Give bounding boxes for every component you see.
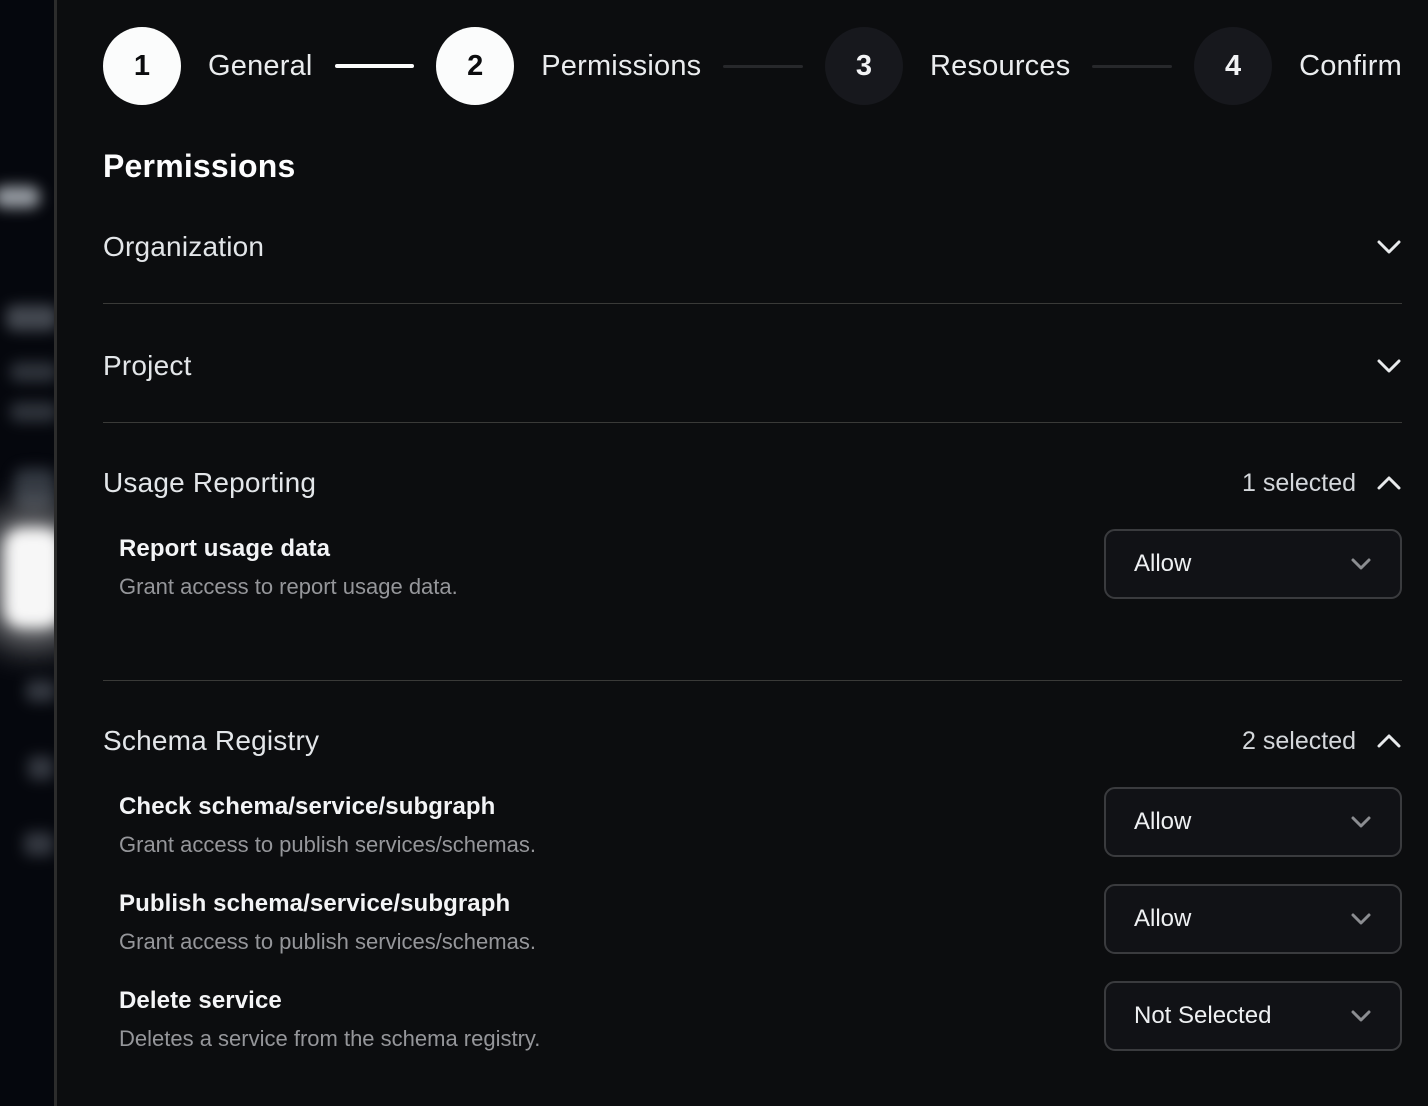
sidebar-blur-item [28, 756, 54, 780]
section-label: Organization [103, 231, 264, 263]
step-4-circle: 4 [1194, 27, 1272, 105]
step-confirm[interactable]: 4 Confirm [1194, 27, 1402, 105]
step-4-label: Confirm [1299, 50, 1402, 83]
selected-count-badge: 2 selected [1242, 727, 1356, 756]
permission-title: Delete service [119, 987, 540, 1015]
permission-row-check-schema: Check schema/service/subgraph Grant acce… [119, 787, 1402, 858]
section-label: Project [103, 350, 192, 382]
step-permissions[interactable]: 2 Permissions [436, 27, 701, 105]
permission-text: Report usage data Grant access to report… [119, 529, 458, 600]
step-general[interactable]: 1 General [103, 27, 313, 105]
permission-description: Deletes a service from the schema regist… [119, 1026, 540, 1052]
section-usage-reporting: Usage Reporting 1 selected Report usage … [103, 423, 1402, 681]
section-schema-registry-header[interactable]: Schema Registry 2 selected [103, 681, 1402, 779]
step-3-label: Resources [930, 50, 1070, 83]
permission-description: Grant access to publish services/schemas… [119, 832, 536, 858]
sidebar-blur-text [10, 362, 54, 382]
permission-title: Report usage data [119, 535, 458, 563]
permission-dropdown-report-usage-data[interactable]: Allow [1104, 529, 1402, 599]
chevron-down-icon [1350, 1009, 1372, 1023]
step-connector-complete [335, 64, 415, 68]
sidebar-blur-icon [14, 468, 54, 508]
permission-row-delete-service: Delete service Deletes a service from th… [119, 981, 1402, 1052]
permission-text: Publish schema/service/subgraph Grant ac… [119, 884, 536, 955]
permission-text: Check schema/service/subgraph Grant acce… [119, 787, 536, 858]
sidebar-blur-text [10, 402, 54, 422]
chevron-up-icon[interactable] [1376, 733, 1402, 749]
step-resources[interactable]: 3 Resources [825, 27, 1070, 105]
chevron-down-icon[interactable] [1376, 239, 1402, 255]
permission-row-publish-schema: Publish schema/service/subgraph Grant ac… [119, 884, 1402, 955]
section-schema-registry: Schema Registry 2 selected Check schema/… [103, 681, 1402, 1052]
section-project-header[interactable]: Project [103, 304, 1402, 422]
dropdown-value: Allow [1134, 808, 1191, 836]
chevron-down-icon [1350, 557, 1372, 571]
step-3-circle: 3 [825, 27, 903, 105]
chevron-down-icon[interactable] [1376, 358, 1402, 374]
permission-dropdown-publish-schema[interactable]: Allow [1104, 884, 1402, 954]
section-organization: Organization [103, 185, 1402, 304]
permission-title: Check schema/service/subgraph [119, 793, 536, 821]
section-label: Schema Registry [103, 725, 319, 757]
dropdown-value: Not Selected [1134, 1002, 1271, 1030]
sidebar-blur-active-item [4, 528, 54, 628]
sidebar-blur-badge [0, 186, 40, 208]
chevron-down-icon [1350, 815, 1372, 829]
sidebar-blur-item [26, 680, 54, 702]
permission-dropdown-check-schema[interactable]: Allow [1104, 787, 1402, 857]
sidebar-blur-text [6, 305, 54, 331]
permission-text: Delete service Deletes a service from th… [119, 981, 540, 1052]
permission-description: Grant access to report usage data. [119, 574, 458, 600]
permission-description: Grant access to publish services/schemas… [119, 929, 536, 955]
chevron-down-icon [1350, 912, 1372, 926]
step-2-label: Permissions [541, 50, 701, 83]
sidebar-blur-item [24, 832, 54, 856]
page-title: Permissions [103, 148, 1402, 185]
permission-row-report-usage-data: Report usage data Grant access to report… [119, 529, 1402, 600]
step-connector-upcoming [723, 65, 803, 68]
section-label: Usage Reporting [103, 467, 316, 499]
section-usage-reporting-header[interactable]: Usage Reporting 1 selected [103, 423, 1402, 521]
wizard-stepper: 1 General 2 Permissions 3 Resources 4 Co… [103, 27, 1402, 105]
permission-dropdown-delete-service[interactable]: Not Selected [1104, 981, 1402, 1051]
section-organization-header[interactable]: Organization [103, 185, 1402, 303]
dropdown-value: Allow [1134, 905, 1191, 933]
selected-count-badge: 1 selected [1242, 469, 1356, 498]
dropdown-value: Allow [1134, 550, 1191, 578]
step-connector-upcoming [1092, 65, 1172, 68]
step-2-circle: 2 [436, 27, 514, 105]
permission-title: Publish schema/service/subgraph [119, 890, 536, 918]
chevron-up-icon[interactable] [1376, 475, 1402, 491]
step-1-label: General [208, 50, 313, 83]
section-project: Project [103, 304, 1402, 423]
app-sidebar-blurred [0, 0, 54, 1106]
step-1-circle: 1 [103, 27, 181, 105]
permissions-wizard-panel: 1 General 2 Permissions 3 Resources 4 Co… [57, 0, 1428, 1106]
